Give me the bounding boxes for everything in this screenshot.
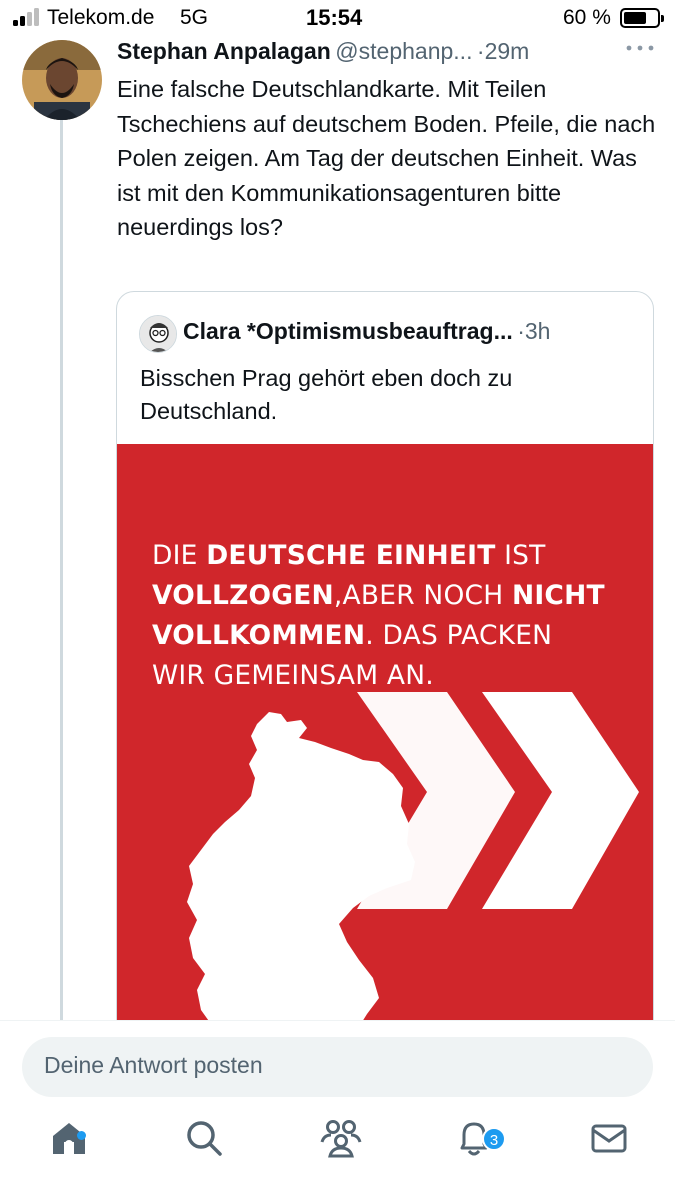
tab-bar: 3	[0, 1106, 675, 1200]
quote-author-name[interactable]: Clara *Optimismusbeauftrag...	[183, 318, 513, 344]
notification-badge: 3	[482, 1127, 506, 1151]
status-bar: Telekom.de 5G 15:54 60 %	[0, 0, 675, 38]
more-horizontal-icon[interactable]	[623, 38, 657, 58]
carrier-name: Telekom.de	[47, 6, 155, 29]
quoted-tweet[interactable]: Clara *Optimismusbeauftrag... ·3h Bissch…	[116, 291, 654, 1051]
signal-strength-icon	[13, 8, 43, 26]
thread-line	[60, 120, 63, 1020]
tab-home[interactable]	[22, 1106, 112, 1200]
headline-text: DIE	[152, 540, 207, 571]
headline-text: . DAS PACKEN	[365, 620, 553, 651]
tweet-time[interactable]: 29m	[485, 38, 530, 64]
quote-image[interactable]: DIE DEUTSCHE EINHEIT IST VOLLZOGEN,ABER …	[117, 444, 653, 1050]
tweet-header: Stephan Anpalagan @stephanp... ·29m	[117, 38, 662, 70]
tweet-text: Eine falsche Deutschlandkarte. Mit Teile…	[117, 76, 656, 240]
battery-percent: 60 %	[563, 6, 611, 29]
communities-icon	[320, 1120, 362, 1158]
quote-time[interactable]: 3h	[525, 318, 551, 344]
quote-text: Bisschen Prag gehört eben doch zu Deutsc…	[140, 365, 513, 424]
headline-bold-text: VOLLZOGEN	[152, 580, 334, 611]
author-handle[interactable]: @stephanp...	[335, 38, 472, 64]
headline-text: IST	[495, 540, 546, 571]
headline-bold-text: VOLLKOMMEN	[152, 620, 366, 651]
tab-messages[interactable]	[562, 1106, 652, 1200]
tab-communities[interactable]	[292, 1106, 382, 1200]
search-icon	[187, 1121, 222, 1156]
tab-notifications[interactable]	[427, 1106, 517, 1200]
tab-search[interactable]	[157, 1106, 247, 1200]
mail-icon	[591, 1124, 627, 1153]
quote-author-avatar[interactable]	[139, 315, 177, 353]
status-time: 15:54	[306, 5, 363, 30]
author-name[interactable]: Stephan Anpalagan	[117, 38, 331, 64]
reply-input[interactable]: Deine Antwort posten	[22, 1037, 653, 1097]
reply-placeholder: Deine Antwort posten	[44, 1052, 263, 1078]
image-headline: DIE DEUTSCHE EINHEIT IST VOLLZOGEN,ABER …	[152, 536, 632, 696]
home-notification-dot	[77, 1131, 86, 1140]
battery-icon	[620, 8, 664, 28]
headline-bold-text: DEUTSCHE EINHEIT	[206, 540, 496, 571]
header-separator: ·	[476, 38, 485, 64]
author-avatar[interactable]	[22, 40, 102, 120]
headline-text: ,ABER NOCH	[333, 580, 512, 611]
germany-map-arrows-graphic	[187, 692, 639, 1046]
germany-map-shape	[187, 712, 415, 1046]
quote-separator: ·	[517, 318, 525, 344]
network-type: 5G	[180, 6, 209, 29]
quote-header: Clara *Optimismusbeauftrag... ·3h	[183, 318, 653, 350]
headline-bold-text: NICHT	[511, 580, 605, 611]
